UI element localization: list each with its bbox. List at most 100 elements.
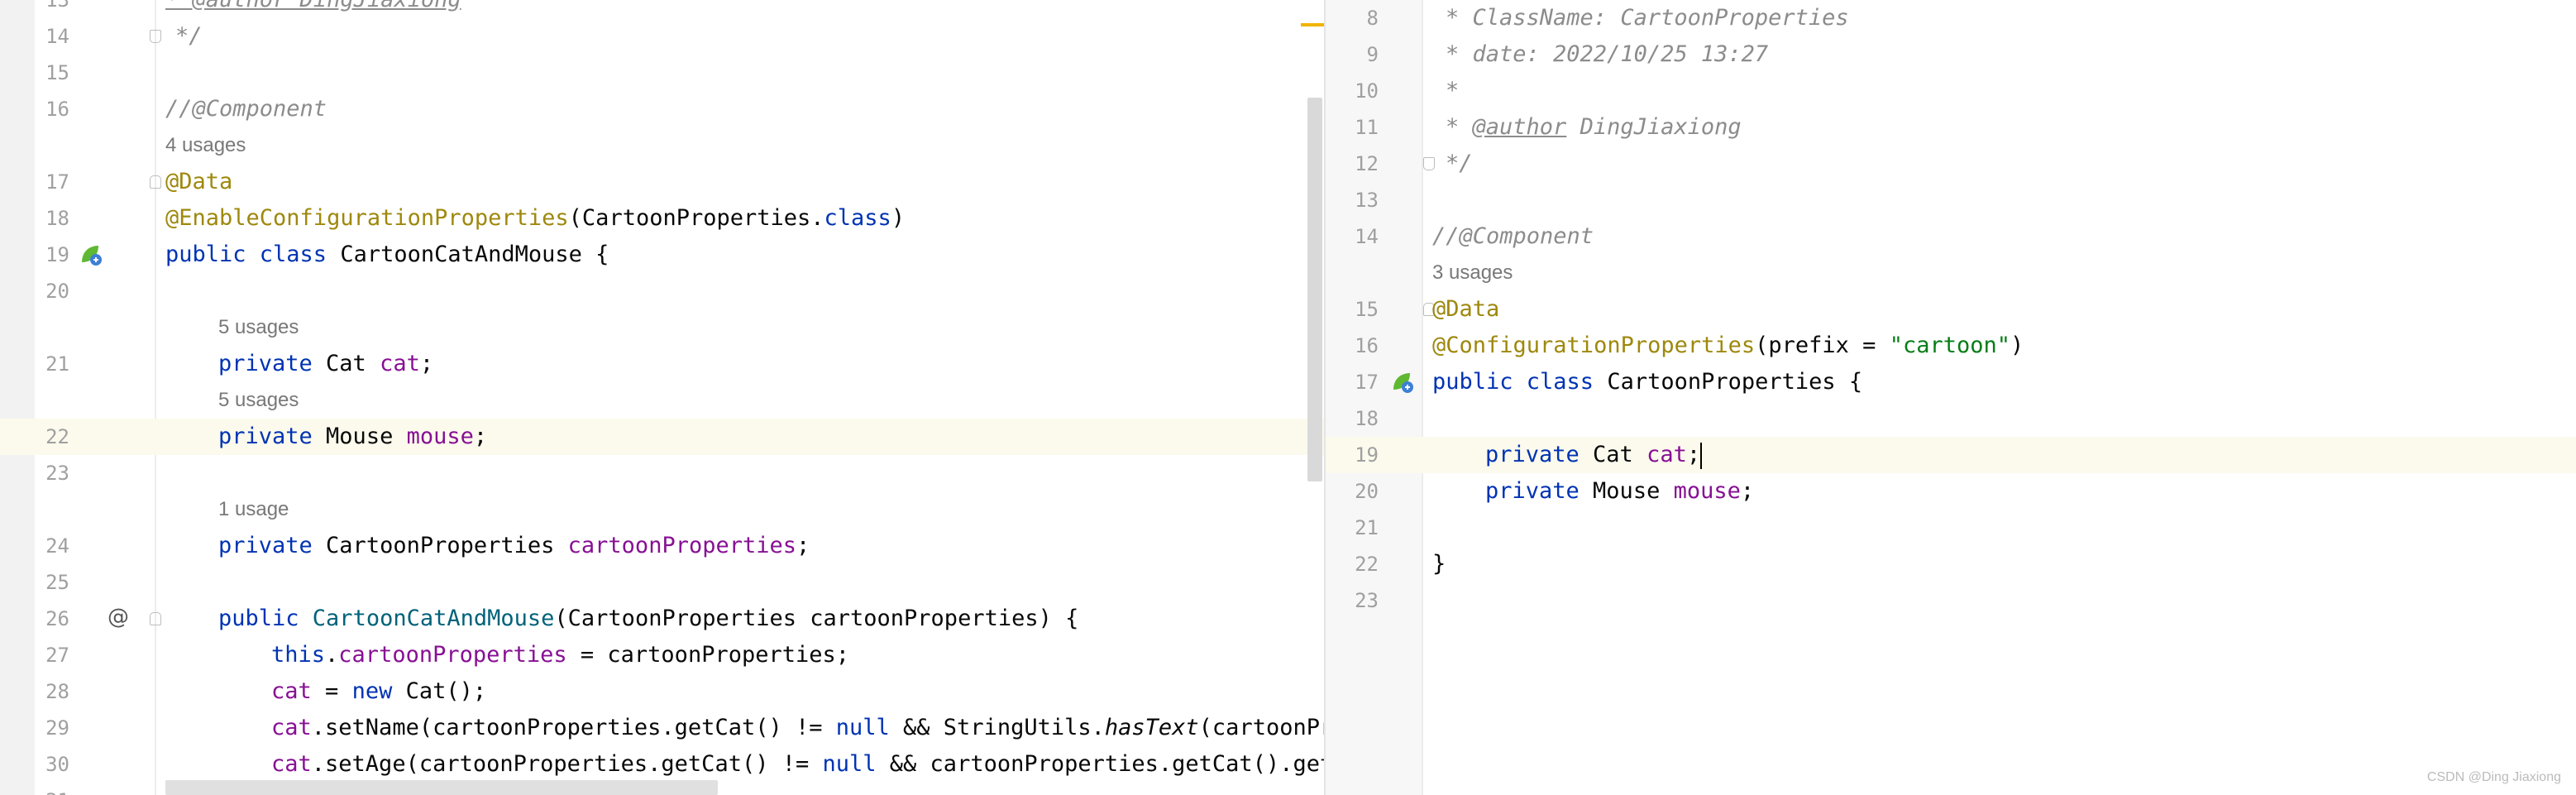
line-number: 16 bbox=[1355, 334, 1379, 357]
code-line: 18 @EnableConfigurationProperties(Cartoo… bbox=[0, 200, 1324, 237]
code-line: 28 cat = new Cat(); bbox=[0, 673, 1324, 710]
code-text: * @author DingJiaxiong bbox=[165, 0, 461, 18]
horizontal-scrollbar[interactable] bbox=[165, 780, 718, 795]
inlay-hint-line: 5 usages bbox=[0, 382, 1324, 419]
code-token: .setName(cartoonProperties.getCat() != bbox=[311, 715, 836, 740]
code-line: 14 //@Component bbox=[1326, 218, 2576, 255]
code-text: cat = new Cat(); bbox=[271, 673, 486, 710]
watermark-text: CSDN @Ding Jiaxiong bbox=[2426, 770, 2561, 784]
code-text: @Data bbox=[165, 169, 233, 194]
code-token: CartoonProperties { bbox=[1607, 369, 1863, 395]
annotation-token: @ConfigurationProperties bbox=[1432, 333, 1756, 358]
line-number: 9 bbox=[1366, 43, 1379, 66]
keyword-token: private bbox=[218, 533, 327, 558]
code-text: private Mouse mouse; bbox=[218, 419, 487, 455]
keyword-token: null bbox=[822, 751, 877, 777]
line-number: 31 bbox=[0, 783, 69, 795]
line-number: 18 bbox=[1355, 407, 1379, 430]
field-token: cat bbox=[271, 715, 312, 740]
right-editor-pane[interactable]: 8 * ClassName: CartoonProperties 9 * dat… bbox=[1326, 0, 2576, 795]
code-text: @ConfigurationProperties(prefix = "carto… bbox=[1432, 328, 2024, 364]
current-code-line: 22 private Mouse mouse; bbox=[0, 419, 1324, 455]
field-token: mouse bbox=[1673, 478, 1741, 504]
code-text: public CartoonCatAndMouse(CartoonPropert… bbox=[218, 601, 1078, 637]
code-text: * ClassName: CartoonProperties bbox=[1446, 5, 1849, 31]
code-line: 16 @ConfigurationProperties(prefix = "ca… bbox=[1326, 328, 2576, 364]
code-line: 15 @Data bbox=[1326, 291, 2576, 328]
code-text: private Cat cat; bbox=[1485, 437, 1703, 473]
code-token: CartoonCatAndMouse { bbox=[340, 242, 609, 267]
fold-marker-icon[interactable] bbox=[1423, 157, 1435, 170]
field-token: mouse bbox=[406, 424, 474, 449]
code-text: @EnableConfigurationProperties(CartoonPr… bbox=[165, 200, 905, 237]
code-token: ) bbox=[891, 205, 906, 231]
line-number: 11 bbox=[1355, 116, 1379, 139]
fold-marker-icon[interactable] bbox=[150, 612, 161, 625]
code-text: * @author DingJiaxiong bbox=[1446, 109, 1742, 146]
code-line: 20 private Mouse mouse; bbox=[1326, 473, 2576, 510]
spring-bean-icon[interactable] bbox=[1390, 370, 1415, 395]
line-number: 13 bbox=[1355, 189, 1379, 212]
line-number: 22 bbox=[45, 425, 69, 448]
code-text: //@Component bbox=[165, 96, 327, 122]
code-token: Mouse bbox=[1593, 478, 1674, 504]
code-token: ; bbox=[1686, 442, 1701, 467]
vertical-scrollbar[interactable] bbox=[1307, 98, 1322, 481]
code-line: 20 bbox=[0, 273, 1324, 309]
usages-hint[interactable]: 1 usage bbox=[218, 491, 289, 528]
line-number: 29 bbox=[45, 716, 69, 740]
field-token: cat bbox=[271, 678, 312, 704]
string-token: "cartoon" bbox=[1889, 333, 2011, 358]
code-line: 29 cat.setName(cartoonProperties.getCat(… bbox=[0, 710, 1326, 746]
usages-hint[interactable]: 3 usages bbox=[1432, 255, 1513, 291]
code-text: */ bbox=[175, 23, 203, 49]
code-token: (CartoonProperties cartoonProperties) { bbox=[554, 606, 1079, 631]
code-token: && StringUtils. bbox=[889, 715, 1105, 740]
keyword-token: public bbox=[218, 606, 313, 631]
method-token: CartoonCatAndMouse bbox=[312, 606, 555, 631]
line-number: 22 bbox=[1355, 553, 1379, 576]
code-token: ; bbox=[1740, 478, 1755, 504]
code-line: 27 this.cartoonProperties = cartoonPrope… bbox=[0, 637, 1324, 673]
usages-hint[interactable]: 5 usages bbox=[218, 309, 299, 346]
keyword-token: public class bbox=[165, 242, 341, 267]
code-token: ; bbox=[473, 424, 488, 449]
keyword-token: private bbox=[1485, 442, 1594, 467]
line-number: 19 bbox=[45, 243, 69, 266]
code-text: @Data bbox=[1432, 296, 1500, 322]
line-number: 27 bbox=[45, 644, 69, 667]
comment-token: * bbox=[1446, 114, 1473, 140]
line-number: 21 bbox=[1355, 516, 1379, 539]
code-line: 23 bbox=[0, 455, 1324, 491]
usages-hint[interactable]: 5 usages bbox=[218, 382, 299, 419]
line-number: 25 bbox=[45, 571, 69, 594]
javadoc-tag-token: @author bbox=[1472, 114, 1567, 140]
field-token: cartoonProperties bbox=[567, 533, 796, 558]
field-token: cat bbox=[271, 751, 312, 777]
keyword-token: class bbox=[824, 205, 891, 231]
spring-bean-icon[interactable] bbox=[79, 242, 103, 267]
field-token: cat bbox=[380, 351, 420, 376]
comment-text: * @author DingJiaxiong bbox=[165, 0, 461, 12]
code-token: = bbox=[311, 678, 352, 704]
code-line: 13 bbox=[1326, 182, 2576, 218]
usages-hint[interactable]: 4 usages bbox=[165, 127, 246, 164]
code-token: ; bbox=[419, 351, 434, 376]
fold-marker-icon[interactable] bbox=[150, 30, 161, 43]
autowired-at-icon[interactable]: @ bbox=[108, 605, 129, 630]
code-token: (CartoonProperties. bbox=[568, 205, 824, 231]
code-token: Cat(); bbox=[405, 678, 487, 704]
line-number: 18 bbox=[45, 207, 69, 230]
fold-marker-icon[interactable] bbox=[150, 175, 161, 189]
comment-token: DingJiaxiong bbox=[1566, 114, 1742, 140]
keyword-token: private bbox=[1485, 478, 1594, 504]
code-token: (cartoonPro bbox=[1198, 715, 1326, 740]
line-number: 17 bbox=[45, 170, 69, 194]
code-text: * bbox=[1446, 78, 1460, 103]
line-number: 21 bbox=[45, 352, 69, 376]
keyword-token: null bbox=[835, 715, 890, 740]
code-line: 23 bbox=[1326, 582, 2576, 619]
code-line: 15 bbox=[0, 55, 1324, 91]
code-token: CartoonProperties bbox=[326, 533, 568, 558]
left-editor-pane[interactable]: 13 * @author DingJiaxiong 14 */ 15 16 //… bbox=[0, 0, 1326, 795]
